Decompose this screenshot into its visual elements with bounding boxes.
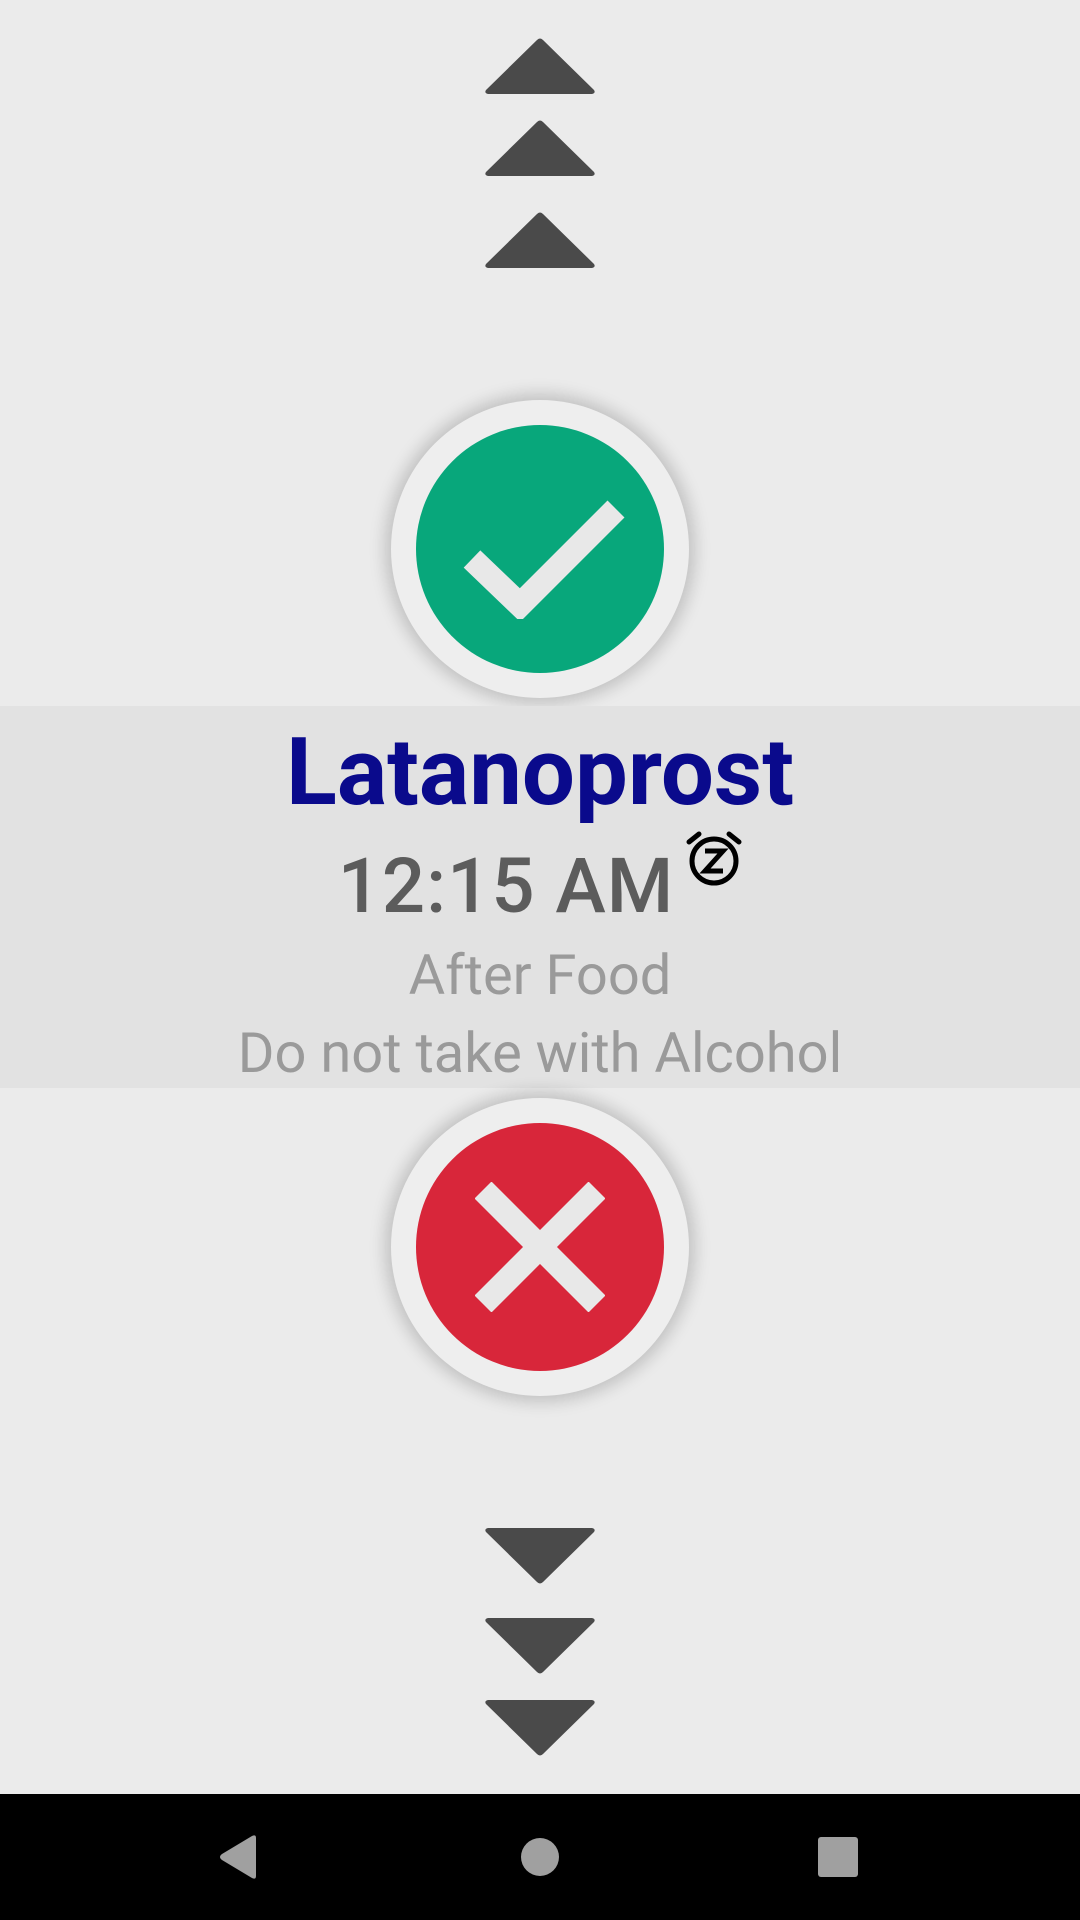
system-nav-bar [0,1794,1080,1920]
medication-name: Latanoprost [285,717,795,827]
dose-time-row: 12:15 AM [0,831,1080,957]
snooze-alarm-icon[interactable] [686,830,742,886]
chevron-down-icon [480,1612,600,1682]
take-button[interactable] [391,400,689,698]
nav-back-button[interactable] [204,1822,274,1892]
recents-square-icon [818,1837,858,1877]
home-circle-icon [521,1838,559,1876]
chevron-up-icon [480,30,600,100]
reminder-screen: Latanoprost 12:15 AM After Food Do not t… [0,0,1080,1920]
close-icon [475,1182,605,1312]
instruction-alcohol: Do not take with Alcohol [237,1020,843,1086]
nav-home-button[interactable] [505,1822,575,1892]
checkmark-icon [463,500,625,619]
nav-recents-button[interactable] [803,1822,873,1892]
chevron-up-icon [480,204,600,274]
back-triangle-icon [220,1835,256,1879]
chevron-down-icon [480,1694,600,1764]
skip-button[interactable] [391,1098,689,1396]
instruction-food: After Food [408,942,672,1008]
chevron-up-icon [480,112,600,182]
take-button-face[interactable] [416,425,664,673]
skip-button-face[interactable] [416,1123,664,1371]
dose-time: 12:15 AM [337,841,675,931]
chevron-down-icon [480,1522,600,1592]
